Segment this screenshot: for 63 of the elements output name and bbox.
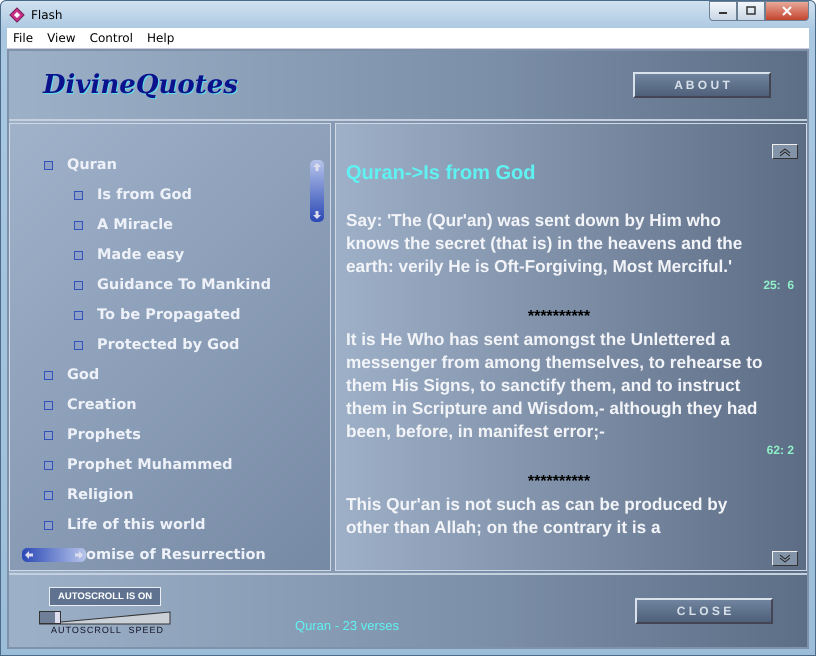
app-icon — [9, 6, 25, 22]
topic-item[interactable]: To be Propagated — [97, 307, 240, 323]
bullet-icon — [44, 460, 53, 470]
topic-item[interactable]: Life of this world — [67, 517, 206, 533]
topic-item[interactable]: omise of Resurrection — [86, 547, 266, 563]
bullet-icon — [44, 520, 53, 530]
double-chevron-down-icon — [778, 554, 792, 564]
topic-item[interactable]: Quran — [67, 157, 117, 173]
verse-text: This Qur'an is not such as can be produced by other than Allah; on the contrary it is a — [346, 493, 728, 539]
window-title: Flash — [31, 8, 62, 22]
horizontal-scrollbar[interactable] — [22, 548, 86, 562]
topic-item[interactable]: Prophets — [67, 427, 141, 443]
topic-item[interactable]: Creation — [67, 397, 137, 413]
bullet-icon — [44, 160, 53, 170]
close-button[interactable] — [765, 1, 809, 21]
bullet-icon — [44, 370, 53, 380]
verse-heading: Quran->Is from God — [346, 162, 536, 185]
arrow-right-icon — [74, 550, 84, 560]
about-button[interactable]: A B O U T — [633, 72, 771, 98]
page-down-button[interactable] — [772, 551, 798, 566]
bullet-icon — [74, 310, 83, 320]
topic-item[interactable]: Prophet Muhammed — [67, 457, 233, 473]
bullet-icon — [74, 250, 83, 260]
verse-text: Say: 'The (Qur'an) was sent down by Him who knows the secret (that is) in the heavens and the earth: verily He is Oft-Forgiving, Most Merciful.' — [346, 209, 744, 278]
topic-item[interactable]: A Miracle — [97, 217, 174, 233]
verse-separator: ********** — [528, 473, 590, 490]
topic-item[interactable]: Made easy — [97, 247, 184, 263]
menu-item[interactable]: File — [7, 31, 42, 45]
verse-reference: 25: 6 — [763, 278, 794, 292]
status-text: Quran - 23 verses — [294, 616, 400, 632]
minimize-button[interactable] — [709, 1, 737, 21]
verse-text: It is He Who has sent amongst the Unlettered a messenger from among themselves, to rehearse to them His Signs, to sanctify them, and to instruct them in Scripture and Wisdom,- although they had been, before, in manifest error;- — [346, 328, 764, 443]
menu-item[interactable]: Help — [140, 31, 182, 45]
autoscroll-button[interactable]: AUTOSCROLL IS ON — [49, 587, 162, 606]
verse-separator: ********** — [528, 308, 590, 325]
maximize-button[interactable] — [737, 1, 765, 21]
page-up-button[interactable] — [772, 144, 798, 159]
arrow-left-icon — [24, 550, 34, 560]
vertical-scrollbar[interactable] — [310, 160, 324, 222]
bullet-icon — [44, 430, 53, 440]
bullet-icon — [74, 340, 83, 350]
app-logo: DivineQuotes — [43, 70, 238, 100]
topic-item[interactable]: God — [67, 367, 100, 383]
bullet-icon — [74, 220, 83, 230]
topic-item[interactable]: Protected by God — [97, 337, 240, 353]
arrow-up-icon — [312, 162, 322, 172]
bullet-icon — [74, 190, 83, 200]
arrow-down-icon — [312, 210, 322, 220]
menu-item[interactable]: Control — [84, 31, 141, 45]
bullet-icon — [44, 400, 53, 410]
bullet-icon — [74, 280, 83, 290]
speed-label: AUTOSCROLL SPEED — [51, 625, 164, 635]
double-chevron-up-icon — [778, 146, 792, 156]
verse-reference: 62: 2 — [766, 443, 794, 457]
bullet-icon — [44, 490, 53, 500]
topic-item[interactable]: Religion — [67, 487, 134, 503]
topic-item[interactable]: Guidance To Mankind — [97, 277, 271, 293]
topic-item[interactable]: Is from God — [97, 187, 192, 203]
speed-slider-fill[interactable] — [39, 611, 62, 624]
close-app-button[interactable]: C L O S E — [635, 598, 773, 624]
maximize-icon — [746, 6, 756, 16]
close-icon — [782, 6, 792, 16]
menu-item[interactable]: View — [41, 31, 84, 45]
